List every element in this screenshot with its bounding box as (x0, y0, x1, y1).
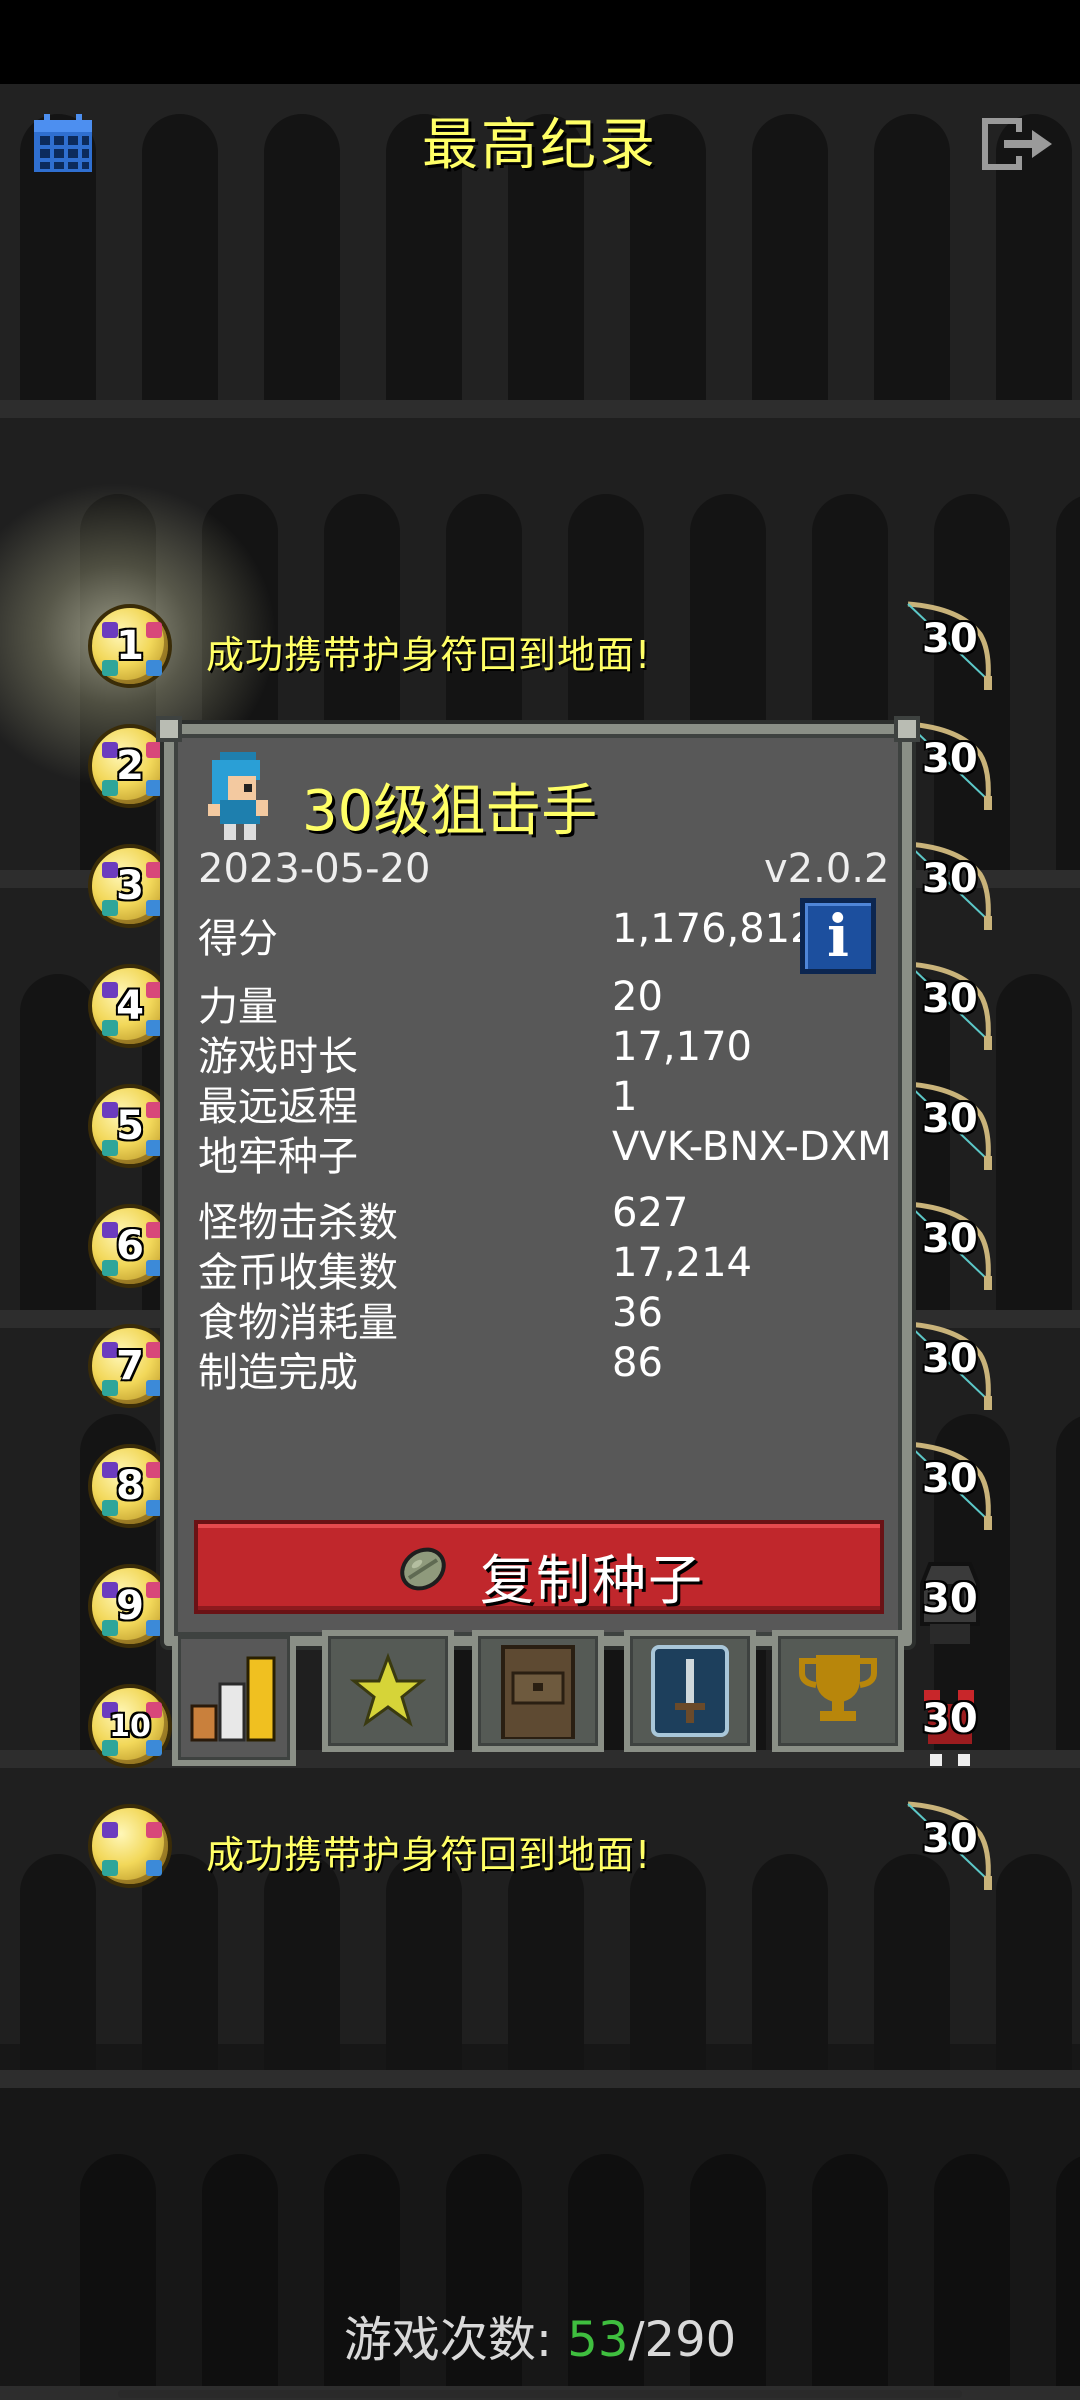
copy-seed-label: 复制种子 (480, 1549, 704, 1612)
rank-badge-icon: 5 (88, 1084, 172, 1168)
stat-value-max-ascent: 1 (612, 1074, 638, 1120)
rank-number: 3 (116, 863, 144, 909)
rank-badge-icon: 4 (88, 964, 172, 1048)
record-level: 30 (922, 616, 978, 662)
rank-number (92, 1808, 168, 1884)
stat-value-duration: 17,170 (612, 1024, 752, 1070)
talents-tab[interactable] (624, 1630, 756, 1752)
rank-badge-icon: 6 (88, 1204, 172, 1288)
record-level: 30 (922, 1696, 978, 1742)
huntress-portrait-icon (208, 752, 268, 840)
record-level: 30 (922, 976, 978, 1022)
page-title: 最高纪录 (422, 113, 658, 178)
stat-value-gold: 17,214 (612, 1240, 752, 1286)
rank-badge-icon: 3 (88, 844, 172, 928)
record-level: 30 (922, 1456, 978, 1502)
rank-number: 6 (116, 1223, 144, 1269)
wall-ledge (0, 2070, 1080, 2088)
sword-banner-icon (651, 1645, 729, 1737)
rank-badge-icon: 8 (88, 1444, 172, 1528)
window-corner (156, 716, 182, 742)
stat-value-kills: 627 (612, 1190, 689, 1236)
record-level: 30 (922, 736, 978, 782)
record-row[interactable]: 成功携带护身符回到地面! 30 (0, 1790, 1080, 1900)
record-level: 30 (922, 856, 978, 902)
rank-number: 4 (116, 983, 144, 1029)
exit-icon[interactable] (978, 114, 1056, 174)
stat-label-seed: 地牢种子 (198, 1134, 358, 1180)
rank-badge-icon: 10 (88, 1684, 172, 1768)
window-corner (894, 716, 920, 742)
trophy-tab[interactable] (772, 1630, 904, 1752)
rank-number: 8 (116, 1463, 144, 1509)
stat-label-crafting: 制造完成 (198, 1350, 358, 1396)
wall-ledge (0, 400, 1080, 418)
rank-number: 10 (109, 1708, 151, 1744)
record-level: 30 (922, 1096, 978, 1142)
info-button[interactable]: i (800, 898, 876, 974)
score-value: 1,176,812 (612, 906, 816, 952)
hero-title: 30级狙击手 (302, 779, 598, 844)
games-played-label: 游戏次数: (343, 2312, 568, 2368)
rank-badge-icon: 7 (88, 1324, 172, 1408)
rank-number: 9 (116, 1583, 144, 1629)
record-description: 成功携带护身符回到地面! (206, 633, 652, 677)
seed-icon (400, 1547, 446, 1591)
trophy-icon (799, 1655, 877, 1721)
games-won-count: 53 (567, 2312, 629, 2368)
items-tab[interactable] (472, 1630, 604, 1752)
rank-number: 1 (116, 623, 144, 669)
stats-tab[interactable] (172, 1636, 296, 1766)
copy-seed-button[interactable]: 复制种子 (194, 1520, 884, 1614)
stat-value-strength: 20 (612, 974, 663, 1020)
game-version: v2.0.2 (764, 846, 890, 892)
record-description: 成功携带护身符回到地面! (206, 1833, 652, 1877)
bar-chart-icon (190, 1656, 276, 1742)
rank-badge-icon: 9 (88, 1564, 172, 1648)
star-icon (349, 1652, 427, 1727)
stat-value-crafting: 86 (612, 1340, 663, 1386)
backpack-icon (501, 1645, 575, 1739)
info-icon: i (826, 902, 850, 970)
stat-value-seed: VVK-BNX-DXM (612, 1124, 892, 1170)
rank-number: 7 (116, 1343, 144, 1389)
rank-number: 5 (116, 1103, 144, 1149)
rank-badge-icon (88, 1804, 172, 1888)
stat-value-food: 36 (612, 1290, 663, 1336)
record-row[interactable]: 1 成功携带护身符回到地面! 30 (0, 590, 1080, 700)
record-level: 30 (922, 1576, 978, 1622)
record-date: 2023-05-20 (198, 846, 431, 892)
navigation-bar (118, 2390, 962, 2398)
rank-badge-icon: 1 (88, 604, 172, 688)
games-total-count: /290 (628, 2312, 737, 2368)
record-level: 30 (922, 1216, 978, 1262)
games-played-counter: 游戏次数: 53/290 (0, 2300, 1080, 2370)
record-level: 30 (922, 1816, 978, 1862)
score-label: 得分 (198, 916, 278, 962)
record-level: 30 (922, 1336, 978, 1382)
badges-tab[interactable] (322, 1630, 454, 1752)
